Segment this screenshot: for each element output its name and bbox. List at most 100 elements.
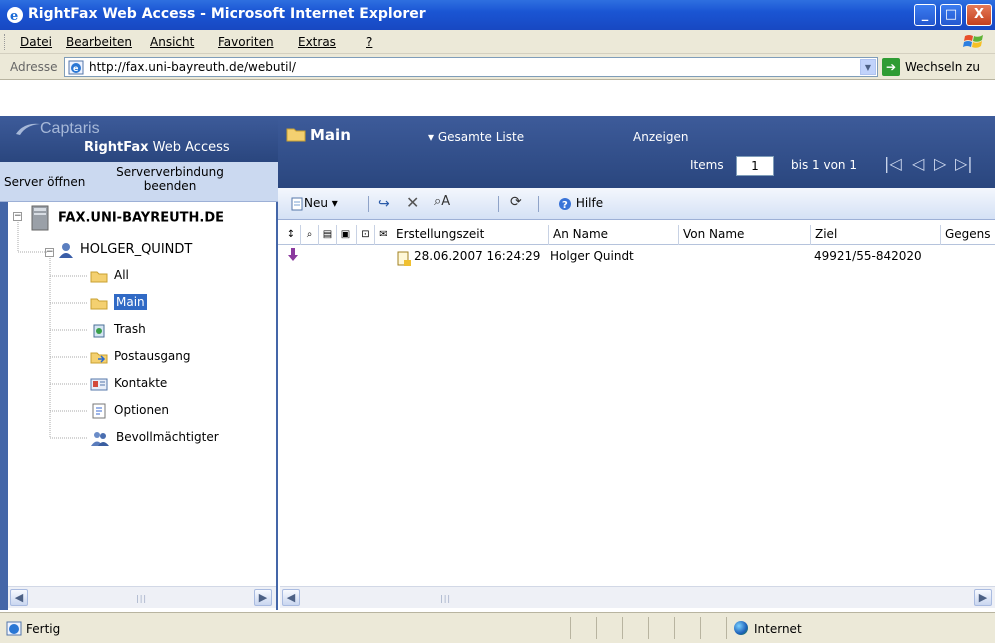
windows-logo-icon	[963, 35, 983, 48]
folder-label: Trash	[114, 322, 146, 336]
captaris-swoosh-icon	[16, 123, 40, 135]
table-row[interactable]: 28.06.2007 16:24:29 Holger Quindt 49921/…	[278, 246, 995, 268]
menu-bar: Datei Bearbeiten Ansicht Favoriten Extra…	[0, 30, 995, 54]
print-column-icon[interactable]: ▤	[318, 225, 336, 245]
go-arrow-icon[interactable]: ➔	[882, 58, 900, 76]
menu-datei[interactable]: Datei	[20, 35, 52, 49]
page-done-icon	[6, 621, 22, 636]
security-zone-label: Internet	[754, 622, 802, 636]
range-label: bis 1 von 1	[791, 158, 857, 172]
folder-label: Kontakte	[114, 376, 168, 390]
menu-bearbeiten[interactable]: Bearbeiten	[66, 35, 132, 49]
attachment-column-icon[interactable]: ⊡	[356, 225, 374, 245]
address-label: Adresse	[10, 60, 58, 74]
folder-label: Postausgang	[114, 349, 191, 363]
first-page-icon[interactable]: |◁	[884, 154, 902, 173]
scroll-thumb-grip[interactable]: |||	[440, 594, 451, 603]
status-divider	[726, 617, 727, 639]
column-to-name[interactable]: An Name	[548, 225, 678, 245]
ie-icon: e	[7, 7, 23, 24]
last-page-icon[interactable]: ▷|	[955, 154, 973, 173]
doc-column-icon[interactable]: ▣	[336, 225, 354, 245]
status-divider	[648, 617, 649, 639]
server-open-link[interactable]: Server öffnen	[4, 175, 85, 189]
status-text: Fertig	[26, 622, 61, 636]
items-label: Items	[690, 158, 724, 172]
folder-tree: − FAX.UNI-BAYREUTH.DE − HOLGER_QUINDT Al…	[8, 202, 276, 602]
search-column-icon[interactable]: ⌕	[300, 225, 318, 245]
scroll-thumb-grip[interactable]: |||	[136, 594, 147, 603]
svg-text:e: e	[73, 64, 79, 73]
address-input[interactable]: e http://fax.uni-bayreuth.de/webutil/ ▼	[64, 57, 878, 77]
internet-zone-icon	[734, 621, 748, 635]
window-title: RightFax Web Access - Microsoft Internet…	[28, 6, 426, 22]
tree-folder-delegate[interactable]: Bevollmächtigter	[90, 426, 219, 448]
grid-horizontal-scrollbar[interactable]: ◀ ||| ▶	[280, 586, 995, 608]
delete-icon[interactable]: ✕	[406, 193, 419, 212]
status-divider	[570, 617, 571, 639]
folder-label: Main	[114, 294, 147, 310]
menu-favoriten[interactable]: Favoriten	[218, 35, 274, 49]
toolbar-separator	[538, 196, 539, 212]
server-actions: Server öffnen Serververbindung beenden	[0, 162, 278, 202]
title-bar: e RightFax Web Access - Microsoft Intern…	[0, 0, 995, 30]
grid-empty-area	[278, 268, 995, 586]
maximize-button[interactable]: □	[940, 4, 962, 26]
tree-lines	[17, 222, 88, 439]
cell-target: 49921/55-842020	[814, 249, 922, 263]
minimize-button[interactable]: _	[914, 4, 936, 26]
new-button[interactable]: Neu ▾	[290, 196, 338, 211]
next-page-icon[interactable]: ▷	[934, 154, 946, 173]
toolbar-grip	[4, 34, 7, 50]
cell-to-name: Holger Quindt	[550, 249, 634, 263]
page-number-input[interactable]: 1	[736, 156, 774, 176]
column-target[interactable]: Ziel	[810, 225, 940, 245]
new-document-icon	[291, 197, 303, 210]
list-filter-dropdown[interactable]: ▾ Gesamte Liste	[428, 130, 524, 144]
cell-created: 28.06.2007 16:24:29	[414, 249, 541, 263]
scroll-right-button[interactable]: ▶	[254, 589, 272, 606]
folder-label: Optionen	[114, 403, 170, 417]
tree-horizontal-scrollbar[interactable]: ◀ ||| ▶	[8, 586, 276, 608]
status-bar: Fertig Internet	[0, 612, 995, 643]
incoming-arrow-icon	[288, 248, 298, 261]
column-subject[interactable]: Gegens	[940, 225, 995, 245]
refresh-icon[interactable]: ⟳	[510, 194, 522, 210]
help-button[interactable]: ? Hilfe	[558, 196, 603, 211]
menu-help[interactable]: ?	[366, 35, 372, 49]
action-toolbar: Neu ▾ ↪ ✕ ⌕A ⟳ ? Hilfe	[278, 188, 995, 220]
priority-column-icon[interactable]: ↕	[282, 225, 300, 245]
column-from-name[interactable]: Von Name	[678, 225, 810, 245]
grid-header: ↕ ⌕ ▤ ▣ ⊡ ✉ Erstellungszeit An Name Von …	[278, 225, 995, 245]
address-bar: Adresse e http://fax.uni-bayreuth.de/web…	[0, 54, 995, 80]
scroll-left-button[interactable]: ◀	[10, 589, 28, 606]
folder-label: All	[114, 268, 129, 282]
logo-header: Captaris RightFax Web Access	[0, 116, 278, 162]
svg-text:?: ?	[562, 200, 568, 211]
menu-extras[interactable]: Extras	[298, 35, 336, 49]
show-link[interactable]: Anzeigen	[633, 130, 688, 144]
column-created[interactable]: Erstellungszeit	[392, 225, 548, 245]
toolbar-separator	[498, 196, 499, 212]
toolbar-separator	[368, 196, 369, 212]
prev-page-icon[interactable]: ◁	[912, 154, 924, 173]
svg-text:e: e	[10, 9, 18, 24]
ie-page-icon: e	[68, 60, 84, 75]
status-divider	[596, 617, 597, 639]
close-button[interactable]: X	[966, 4, 992, 26]
folder-label: Bevollmächtigter	[116, 430, 219, 444]
server-disconnect-link[interactable]: Serververbindung beenden	[110, 165, 230, 193]
go-button-label[interactable]: Wechseln zu	[905, 60, 980, 74]
address-dropdown-button[interactable]: ▼	[860, 59, 876, 75]
status-divider	[622, 617, 623, 639]
scroll-right-button[interactable]: ▶	[974, 589, 992, 606]
status-divider	[674, 617, 675, 639]
logo-product: RightFax Web Access	[84, 140, 230, 155]
forward-icon[interactable]: ↪	[378, 196, 390, 212]
logo-brand: Captaris	[40, 120, 100, 137]
menu-ansicht[interactable]: Ansicht	[150, 35, 194, 49]
annotate-icon[interactable]: ⌕A	[434, 194, 450, 209]
mail-column-icon[interactable]: ✉	[374, 225, 392, 245]
scroll-left-button[interactable]: ◀	[282, 589, 300, 606]
status-divider	[700, 617, 701, 639]
